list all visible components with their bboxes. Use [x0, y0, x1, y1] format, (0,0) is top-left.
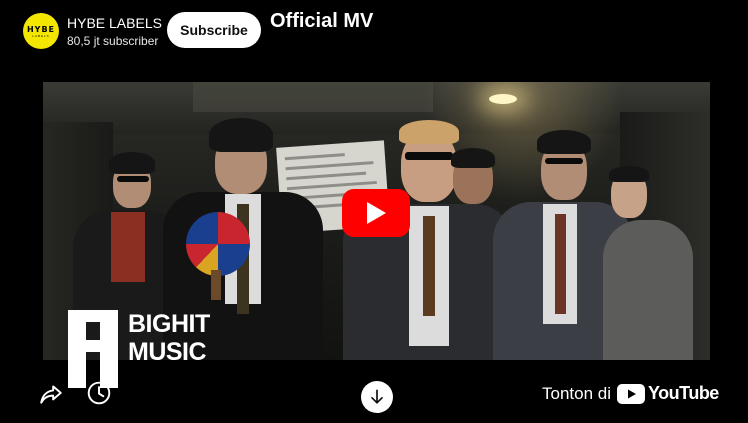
play-icon — [367, 202, 386, 224]
subscribe-button[interactable]: Subscribe — [167, 12, 261, 48]
share-icon[interactable] — [38, 381, 64, 407]
newspaper-line — [284, 153, 345, 161]
scene-hair — [209, 118, 273, 152]
clock-icon[interactable] — [86, 380, 112, 406]
watch-on-label: Tonton di — [542, 383, 611, 403]
scene-glasses — [405, 152, 453, 160]
scene-beam — [193, 82, 433, 112]
bighit-music-wordmark: BIGHIT MUSIC — [128, 310, 210, 366]
wordmark-line: MUSIC — [128, 338, 207, 366]
subscriber-count: 80,5 jt subscriber — [67, 34, 159, 48]
youtube-wordmark: YouTube — [648, 383, 719, 403]
youtube-play-icon — [617, 383, 645, 404]
scene-tie — [423, 216, 435, 316]
avatar-logo-text: HYBE — [26, 24, 56, 34]
bighit-music-logo — [68, 310, 118, 388]
channel-name[interactable]: HYBE LABELS — [67, 15, 162, 31]
watch-on-youtube-link[interactable]: Tonton di YouTube — [542, 383, 719, 404]
scene-hair — [609, 166, 649, 182]
play-button[interactable] — [342, 189, 410, 237]
newspaper-line — [286, 171, 367, 181]
arrow-down-icon — [371, 389, 383, 404]
avatar-logo-subtext: LABELS — [32, 33, 50, 38]
scene-shirt — [111, 212, 145, 282]
download-button[interactable] — [361, 381, 393, 413]
scene-hair — [399, 120, 459, 144]
scene-hair — [537, 130, 591, 154]
scene-glasses — [545, 158, 583, 164]
scene-lamp — [489, 94, 517, 104]
youtube-logo: YouTube — [617, 383, 719, 404]
scene-glasses — [117, 176, 149, 182]
newspaper-line — [285, 161, 374, 171]
video-title[interactable]: Official MV — [270, 10, 373, 33]
scene-tie — [555, 214, 566, 314]
scene-suit — [603, 220, 693, 360]
scene-hair — [109, 152, 155, 174]
scene-paddle-stick — [211, 270, 221, 300]
scene-hair — [451, 148, 495, 168]
channel-avatar[interactable]: HYBE LABELS — [23, 13, 59, 49]
wordmark-line: BIGHIT — [128, 310, 210, 338]
scene-paddle — [186, 212, 250, 276]
